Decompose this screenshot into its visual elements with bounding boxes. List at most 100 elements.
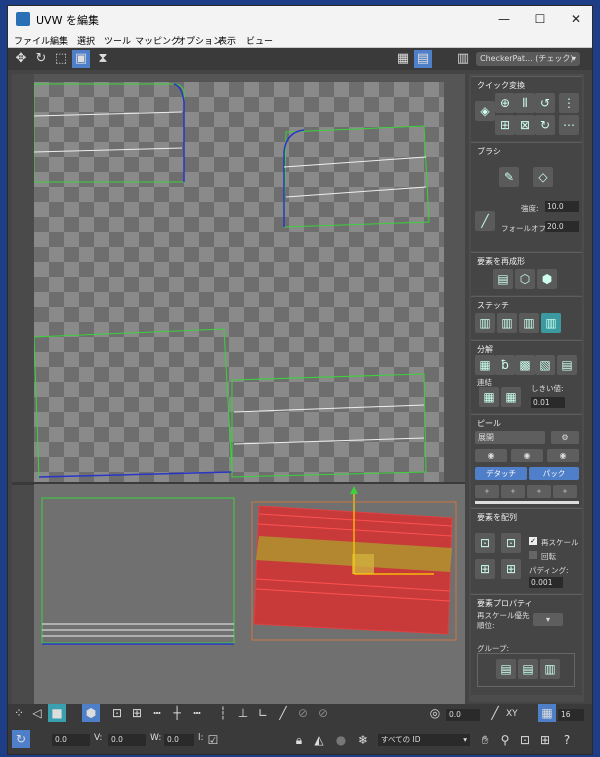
brush-dec-icon[interactable]: ⊘: [294, 704, 312, 722]
checker-dropdown[interactable]: CheckerPat... (チェック) ▾: [476, 52, 580, 66]
rotate-ccw-icon[interactable]: ↺: [535, 93, 555, 113]
brush-title[interactable]: ブラシ: [477, 146, 501, 157]
freeze-icon[interactable]: ❄: [354, 731, 372, 749]
reshape-title[interactable]: 要素を再成形: [477, 256, 525, 267]
menu-tools[interactable]: ツール: [104, 34, 131, 47]
pack-together-icon[interactable]: ⊡: [501, 533, 521, 553]
group-select-icon[interactable]: ▤: [496, 659, 516, 679]
pack-custom-icon[interactable]: ⊞: [475, 559, 495, 579]
absolute-relative-icon[interactable]: ↻: [12, 730, 30, 748]
detach-edge-icon[interactable]: ƀ: [495, 355, 515, 375]
relax-icon[interactable]: ⬡: [515, 269, 535, 289]
menu-view[interactable]: ビュー: [246, 34, 273, 47]
id-dropdown[interactable]: すべての ID ▾: [378, 734, 470, 746]
detach-button[interactable]: デタッチ: [475, 467, 527, 480]
uv-options-icon[interactable]: ▥: [454, 50, 472, 68]
relax-brush-icon[interactable]: ◇: [533, 167, 553, 187]
element-props-title[interactable]: 要素プロパティ: [477, 598, 533, 609]
shrink-select-icon[interactable]: ⊞: [128, 704, 146, 722]
pin-icon-1[interactable]: ✦: [475, 485, 499, 498]
straighten-selection-icon[interactable]: ▤: [493, 269, 513, 289]
zoom-icon[interactable]: ⚲: [496, 731, 514, 749]
peel-options-icon[interactable]: ⚙: [551, 431, 579, 444]
menu-file[interactable]: ファイル: [14, 34, 50, 47]
menu-mapping[interactable]: マッピング: [135, 34, 180, 47]
group-select-group-icon[interactable]: ▥: [540, 659, 560, 679]
hide-icon[interactable]: ●: [332, 731, 350, 749]
v-input[interactable]: 0.0: [108, 734, 146, 746]
grid-snap-icon[interactable]: ▦: [538, 704, 556, 722]
maximize-button[interactable]: ☐: [528, 10, 552, 28]
flatten-icon[interactable]: ▤: [557, 355, 577, 375]
ring-grow-icon[interactable]: ┼: [168, 704, 186, 722]
u-input[interactable]: 0.0: [52, 734, 90, 746]
loop-icon[interactable]: ┅: [188, 704, 206, 722]
stitch-custom-icon[interactable]: ▥: [541, 313, 561, 333]
pack-normalize-icon[interactable]: ⊡: [475, 533, 495, 553]
explode-title[interactable]: 分解: [477, 344, 493, 355]
straighten-icon[interactable]: ⊠: [515, 115, 535, 135]
move-icon[interactable]: ✥: [12, 50, 30, 68]
space-horizontal-icon[interactable]: ⋮: [559, 93, 579, 113]
help-icon[interactable]: ?: [558, 731, 576, 749]
soft-select-icon[interactable]: ◎: [426, 704, 444, 722]
weld-selected-icon[interactable]: ▩: [515, 355, 535, 375]
show-map-icon[interactable]: ▤: [414, 50, 432, 68]
menu-edit[interactable]: 編集: [50, 34, 68, 47]
falloff-line-icon[interactable]: ╱: [486, 704, 504, 722]
close-button[interactable]: ✕: [564, 10, 588, 28]
minimize-button[interactable]: —: [492, 10, 516, 28]
align-center-icon[interactable]: ◈: [475, 101, 495, 121]
lock-icon[interactable]: 🔒︎: [290, 731, 308, 749]
edge-mode-icon[interactable]: ◁: [28, 704, 46, 722]
brush-line-icon[interactable]: ╱: [475, 211, 495, 231]
stitch-title[interactable]: ステッチ: [477, 300, 509, 311]
priority-dropdown[interactable]: ▾: [533, 613, 563, 626]
xy-label[interactable]: XY: [506, 709, 518, 719]
checker-icon[interactable]: ▦: [394, 50, 412, 68]
threshold-input[interactable]: 0.01: [531, 397, 565, 408]
align-edges-icon[interactable]: ⊞: [495, 115, 515, 135]
weld-all-icon[interactable]: ▧: [535, 355, 555, 375]
angle-input[interactable]: 0.0: [446, 709, 480, 721]
peel-mode-dropdown[interactable]: 展開: [475, 431, 545, 444]
ring-icon[interactable]: ┅: [148, 704, 166, 722]
space-vertical-icon[interactable]: ⋯: [559, 115, 579, 135]
paint-move-icon[interactable]: ✎: [499, 167, 519, 187]
break-icon[interactable]: ▦: [475, 355, 495, 375]
snap-icon[interactable]: ⊥: [234, 704, 252, 722]
freeform-icon[interactable]: ▣: [72, 50, 90, 68]
w-input[interactable]: 0.0: [164, 734, 194, 746]
peel-icon-3[interactable]: ◉: [547, 449, 579, 462]
zoom-extents-icon[interactable]: ⊞: [536, 731, 554, 749]
lock-check-icon[interactable]: ☑: [204, 731, 222, 749]
stitch-average-icon[interactable]: ▥: [497, 313, 517, 333]
align-horizontal-icon[interactable]: ⊕: [495, 93, 515, 113]
element-mode-icon[interactable]: ⬢: [82, 704, 100, 722]
pin-icon-2[interactable]: ✦: [501, 485, 525, 498]
paint-select-icon[interactable]: ∟: [254, 704, 272, 722]
rotate-icon[interactable]: ↻: [32, 50, 50, 68]
uv-shells-lower[interactable]: [34, 484, 465, 712]
filter-icon[interactable]: ◭: [310, 731, 328, 749]
vertex-mode-icon[interactable]: ⁘: [10, 704, 28, 722]
connect-threshold-icon[interactable]: ▦: [501, 387, 521, 407]
uv-shells-upper[interactable]: [34, 82, 444, 482]
peel-icon-2[interactable]: ◉: [511, 449, 543, 462]
arrange-title[interactable]: 要素を配列: [477, 512, 517, 523]
zoom-region-icon[interactable]: ⊡: [516, 731, 534, 749]
align-vertical-icon[interactable]: ⦀: [515, 93, 535, 113]
loop-grow-icon[interactable]: ┆: [214, 704, 232, 722]
face-mode-icon[interactable]: ■: [48, 704, 66, 722]
scale-icon[interactable]: ⬚: [52, 50, 70, 68]
brush-icon[interactable]: ╱: [274, 704, 292, 722]
group-ungroup-icon[interactable]: ▤: [518, 659, 538, 679]
pan-icon[interactable]: ✋︎: [476, 731, 494, 749]
pin-icon-3[interactable]: ✦: [527, 485, 551, 498]
rescale-elements-icon[interactable]: ⊞: [501, 559, 521, 579]
menu-display[interactable]: 表示: [218, 34, 236, 47]
falloff-input[interactable]: 20.0: [545, 221, 579, 232]
rotate-checkbox[interactable]: [529, 551, 537, 559]
rescale-checkbox[interactable]: ✓: [529, 537, 537, 545]
pack-button[interactable]: パック: [529, 467, 579, 480]
